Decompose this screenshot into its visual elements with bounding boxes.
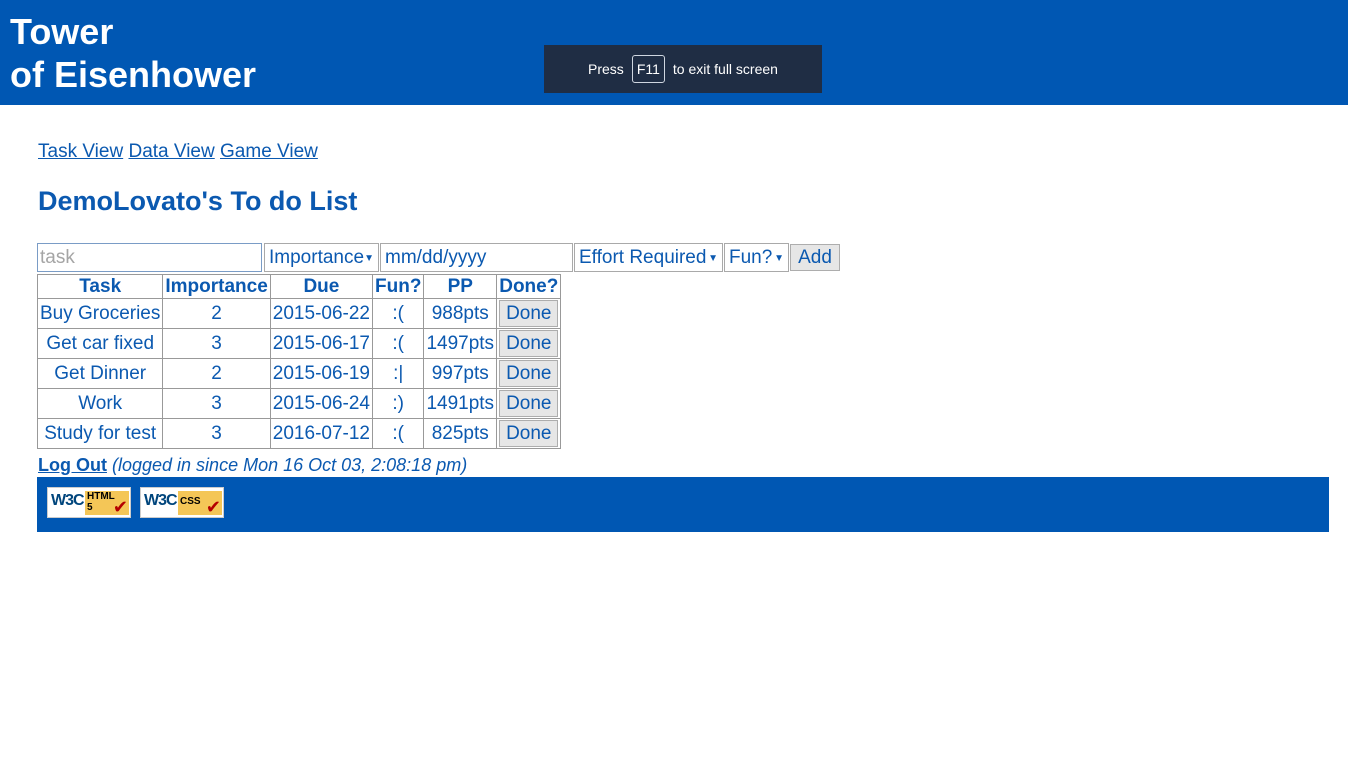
nav-link-game-view[interactable]: Game View <box>220 141 318 162</box>
done-button[interactable]: Done <box>499 420 559 447</box>
login-time-text: (logged in since Mon 16 Oct 03, 2:08:18 … <box>112 455 468 475</box>
checkmark-icon: ✔ <box>205 497 221 517</box>
session-status: Log Out (logged in since Mon 16 Oct 03, … <box>38 455 467 476</box>
fullscreen-notice: Press F11 to exit full screen <box>544 45 822 93</box>
w3c-logo-text: W3C <box>51 492 85 509</box>
task-pp: 1497pts <box>423 328 498 359</box>
site-header: Tower of Eisenhower Press F11 to exit fu… <box>0 0 1348 105</box>
task-pp: 988pts <box>423 298 498 329</box>
task-importance: 3 <box>162 418 271 449</box>
f11-key-label: F11 <box>631 55 665 83</box>
css-validator-badge[interactable]: W3C CSS ✔ <box>140 487 224 518</box>
checkmark-icon: ✔ <box>112 497 128 517</box>
task-input[interactable] <box>37 243 262 272</box>
html5-validator-badge[interactable]: W3C HTML 5 ✔ <box>47 487 131 518</box>
fun-select[interactable]: Fun? ▼ <box>724 243 789 272</box>
task-fun: :( <box>371 298 425 329</box>
fullscreen-notice-pre: Press <box>588 61 624 77</box>
task-fun: :( <box>371 418 425 449</box>
table-row: Get Dinner 2 2015-06-19 :| 997pts Done <box>36 358 562 389</box>
task-importance: 3 <box>162 328 271 359</box>
effort-select-value: Effort Required <box>579 247 707 268</box>
task-due: 2015-06-19 <box>269 358 374 389</box>
task-fun: :| <box>371 358 425 389</box>
column-header-task: Task <box>36 274 164 299</box>
task-importance: 2 <box>162 358 271 389</box>
task-due: 2015-06-22 <box>269 298 374 329</box>
column-header-due: Due <box>269 274 374 299</box>
view-nav: Task View Data View Game View <box>38 141 318 163</box>
table-header-row: Task Importance Due Fun? PP Done? <box>36 274 562 299</box>
task-fun: :( <box>371 328 425 359</box>
badge-tag-line1: HTML <box>87 491 115 502</box>
task-importance: 2 <box>162 298 271 329</box>
task-fun: :) <box>371 388 425 419</box>
logout-link[interactable]: Log Out <box>38 455 107 475</box>
importance-select[interactable]: Importance ▼ <box>264 243 379 272</box>
fullscreen-notice-post: to exit full screen <box>672 61 778 77</box>
done-button[interactable]: Done <box>499 300 559 327</box>
task-name: Study for test <box>36 418 164 449</box>
task-name: Get Dinner <box>36 358 164 389</box>
column-header-pp: PP <box>423 274 498 299</box>
done-button[interactable]: Done <box>499 360 559 387</box>
table-row: Work 3 2015-06-24 :) 1491pts Done <box>36 388 562 419</box>
task-done-cell: Done <box>496 358 562 389</box>
task-due: 2015-06-24 <box>269 388 374 419</box>
site-footer: W3C HTML 5 ✔ W3C CSS ✔ <box>37 477 1329 532</box>
task-done-cell: Done <box>496 418 562 449</box>
column-header-done: Done? <box>496 274 562 299</box>
task-pp: 997pts <box>423 358 498 389</box>
add-task-button[interactable]: Add <box>790 244 840 271</box>
chevron-down-icon: ▼ <box>364 253 374 264</box>
task-done-cell: Done <box>496 388 562 419</box>
table-row: Get car fixed 3 2015-06-17 :( 1497pts Do… <box>36 328 562 359</box>
fun-select-value: Fun? <box>729 247 773 268</box>
site-title: Tower of Eisenhower <box>10 10 256 96</box>
task-done-cell: Done <box>496 328 562 359</box>
importance-select-value: Importance <box>269 247 365 268</box>
task-done-cell: Done <box>496 298 562 329</box>
badge-tag-line1: CSS <box>180 496 201 507</box>
task-table: Task Importance Due Fun? PP Done? Buy Gr… <box>36 274 562 449</box>
task-name: Get car fixed <box>36 328 164 359</box>
due-date-placeholder: mm/dd/yyyy <box>385 247 487 268</box>
task-pp: 1491pts <box>423 388 498 419</box>
task-due: 2016-07-12 <box>269 418 374 449</box>
w3c-logo-text: W3C <box>144 492 178 509</box>
task-name: Work <box>36 388 164 419</box>
task-pp: 825pts <box>423 418 498 449</box>
column-header-importance: Importance <box>162 274 271 299</box>
task-importance: 3 <box>162 388 271 419</box>
effort-select[interactable]: Effort Required ▼ <box>574 243 723 272</box>
column-header-fun: Fun? <box>371 274 425 299</box>
site-title-line2: of Eisenhower <box>10 54 257 95</box>
nav-link-task-view[interactable]: Task View <box>38 141 123 162</box>
site-title-line1: Tower <box>10 11 114 52</box>
page-title: DemoLovato's To do List <box>38 186 358 216</box>
due-date-input[interactable]: mm/dd/yyyy <box>380 243 573 272</box>
table-row: Buy Groceries 2 2015-06-22 :( 988pts Don… <box>36 298 562 329</box>
done-button[interactable]: Done <box>499 330 559 357</box>
task-due: 2015-06-17 <box>269 328 374 359</box>
task-name: Buy Groceries <box>36 298 164 329</box>
nav-link-data-view[interactable]: Data View <box>128 141 214 162</box>
badge-tag-line2: 5 <box>87 502 93 513</box>
chevron-down-icon: ▼ <box>708 253 718 264</box>
done-button[interactable]: Done <box>499 390 559 417</box>
table-row: Study for test 3 2016-07-12 :( 825pts Do… <box>36 418 562 449</box>
chevron-down-icon: ▼ <box>774 253 784 264</box>
